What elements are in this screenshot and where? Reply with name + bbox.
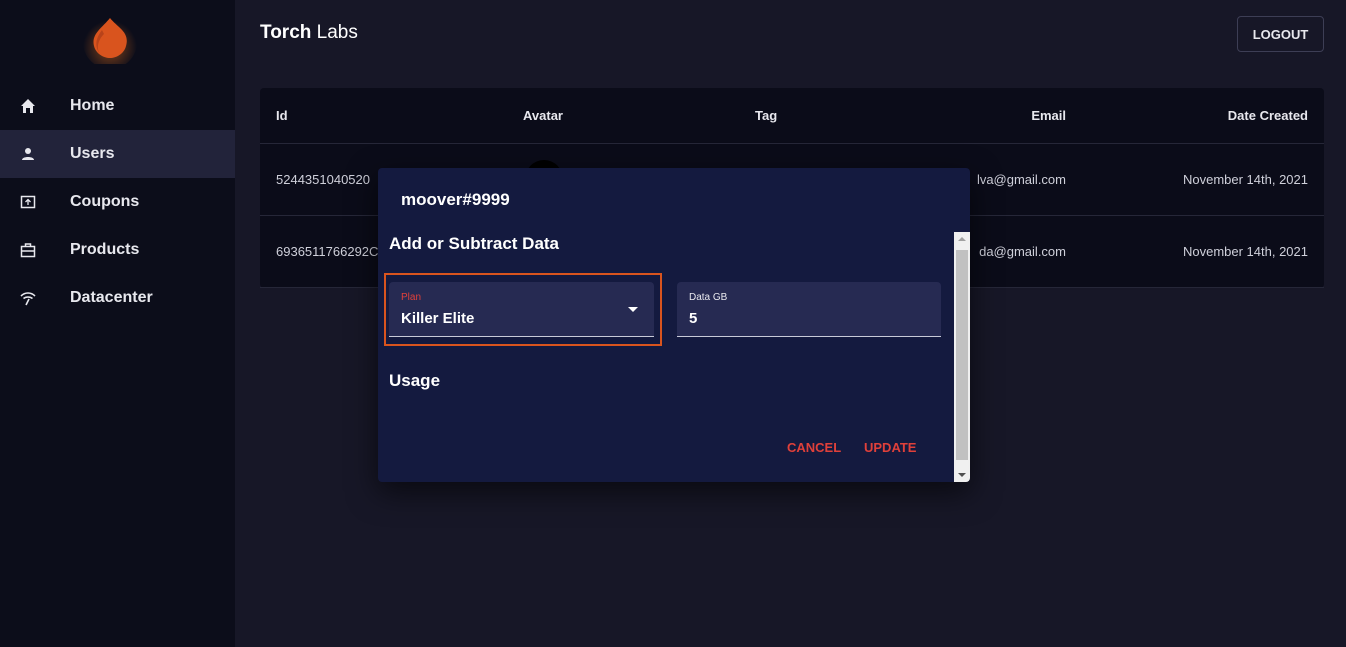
dialog-title: moover#9999 <box>401 190 510 209</box>
sidebar-item-label: Users <box>70 145 115 162</box>
update-button[interactable]: UPDATE <box>864 440 916 455</box>
coupon-icon <box>18 192 38 212</box>
sidebar-item-coupons[interactable]: Coupons <box>0 178 235 226</box>
column-header-avatar[interactable]: Avatar <box>523 88 563 143</box>
plan-value: Killer Elite <box>401 310 475 327</box>
cell-date-created: November 14th, 2021 <box>1182 172 1308 187</box>
edit-user-dialog: moover#9999 Add or Subtract Data Plan Ki… <box>378 168 970 482</box>
data-gb-field[interactable]: Data GB 5 <box>677 282 941 337</box>
sidebar-nav: Home Users Coupons Products Datacenter <box>0 82 235 322</box>
briefcase-icon <box>18 240 38 260</box>
plan-select[interactable]: Plan Killer Elite <box>389 282 654 337</box>
column-header-tag[interactable]: Tag <box>755 88 777 143</box>
home-icon <box>18 96 38 116</box>
cell-email: da@gmail.com <box>979 244 1066 259</box>
column-header-email[interactable]: Email <box>1031 88 1066 143</box>
cell-id: 5244351040520 <box>276 172 370 187</box>
sidebar-item-label: Datacenter <box>70 289 153 306</box>
logout-button[interactable]: LOGOUT <box>1237 16 1324 52</box>
data-gb-label: Data GB <box>689 292 728 303</box>
sidebar-item-datacenter[interactable]: Datacenter <box>0 274 235 322</box>
scroll-up-arrow-icon[interactable] <box>958 237 966 241</box>
sidebar-item-users[interactable]: Users <box>0 130 235 178</box>
brand-title-rest: Labs <box>311 22 358 43</box>
chevron-down-icon <box>628 307 638 312</box>
scroll-down-arrow-icon[interactable] <box>958 473 966 477</box>
data-gb-value: 5 <box>689 310 698 327</box>
cancel-button[interactable]: CANCEL <box>787 440 841 455</box>
table-header-row: Id Avatar Tag Email Date Created <box>260 88 1324 144</box>
sidebar-item-label: Products <box>70 241 140 258</box>
plan-label: Plan <box>401 292 422 303</box>
wifi-icon <box>18 288 38 308</box>
sidebar-item-products[interactable]: Products <box>0 226 235 274</box>
sidebar: Home Users Coupons Products Datacenter <box>0 0 235 647</box>
column-header-id[interactable]: Id <box>276 88 288 143</box>
scrollbar-thumb[interactable] <box>956 250 968 460</box>
flame-logo-icon <box>83 15 137 64</box>
cell-date-created: November 14th, 2021 <box>1182 244 1308 259</box>
sidebar-item-label: Home <box>70 97 115 114</box>
user-icon <box>18 144 38 164</box>
cell-email: lva@gmail.com <box>976 172 1066 187</box>
brand-title-bold: Torch <box>260 22 312 43</box>
sidebar-item-home[interactable]: Home <box>0 82 235 130</box>
dialog-scrollbar[interactable] <box>954 232 970 482</box>
cell-id: 6936511766292C <box>276 244 379 259</box>
sidebar-item-label: Coupons <box>70 193 140 210</box>
dialog-subtitle: Add or Subtract Data <box>389 234 560 253</box>
column-header-date-created[interactable]: Date Created <box>1228 88 1308 143</box>
usage-heading: Usage <box>389 371 441 390</box>
brand-title: Torch Labs <box>260 22 358 44</box>
